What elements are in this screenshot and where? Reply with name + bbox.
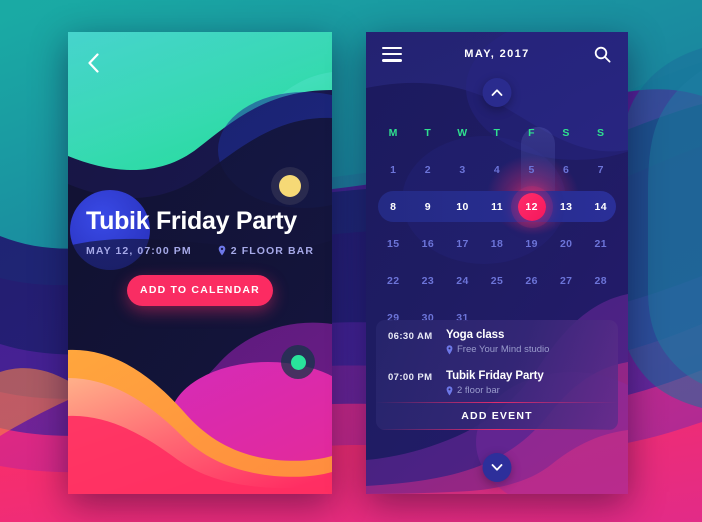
event-location-text: Free Your Mind studio bbox=[457, 344, 550, 355]
calendar-day[interactable]: 9 bbox=[411, 188, 446, 225]
calendar-day[interactable]: 6 bbox=[549, 151, 584, 188]
event-name: Yoga class bbox=[446, 329, 505, 341]
map-pin-icon bbox=[218, 245, 226, 256]
calendar-day[interactable]: 24 bbox=[445, 262, 480, 299]
event-hero: Tubik Friday Party MAY 12, 07:00 PM 2 FL… bbox=[68, 207, 332, 306]
day-header: T bbox=[424, 126, 432, 139]
calendar-day[interactable]: 25 bbox=[480, 262, 515, 299]
calendar-day[interactable]: 5 bbox=[514, 151, 549, 188]
calendar-day[interactable]: 20 bbox=[549, 225, 584, 262]
calendar-day[interactable]: 7 bbox=[583, 151, 618, 188]
calendar-header: MAY, 2017 bbox=[366, 32, 628, 76]
event-location: 2 floor bar bbox=[446, 385, 606, 396]
event-title: Tubik Friday Party bbox=[86, 207, 297, 235]
calendar-day[interactable]: 19 bbox=[514, 225, 549, 262]
back-button[interactable] bbox=[80, 50, 106, 76]
event-location: 2 FLOOR BAR bbox=[218, 245, 314, 257]
calendar-ui: MAY, 2017 M T W T F S S 1 2 3 4 5 6 7 8 … bbox=[366, 32, 628, 494]
calendar-day[interactable]: 22 bbox=[376, 262, 411, 299]
expand-calendar-button[interactable] bbox=[482, 453, 512, 482]
day-header: T bbox=[493, 126, 501, 139]
calendar-day[interactable]: 3 bbox=[445, 151, 480, 188]
event-body: Yoga class Free Your Mind studio bbox=[446, 329, 606, 355]
calendar-day[interactable]: 10 bbox=[445, 188, 480, 225]
event-meta: MAY 12, 07:00 PM 2 FLOOR BAR bbox=[86, 245, 314, 257]
calendar-day[interactable]: 8 bbox=[376, 188, 411, 225]
green-dot-decoration bbox=[281, 345, 315, 379]
chevron-down-icon bbox=[491, 464, 503, 471]
calendar-day-selected-wrap[interactable]: 12 bbox=[514, 188, 549, 225]
calendar-day[interactable]: 26 bbox=[514, 262, 549, 299]
hamburger-menu-icon[interactable] bbox=[382, 46, 402, 62]
day-header: S bbox=[596, 126, 605, 139]
calendar-month-title: MAY, 2017 bbox=[464, 48, 530, 60]
calendar-day[interactable]: 18 bbox=[480, 225, 515, 262]
calendar-day[interactable]: 15 bbox=[376, 225, 411, 262]
calendar-day[interactable]: 23 bbox=[411, 262, 446, 299]
calendar-day[interactable]: 2 bbox=[411, 151, 446, 188]
chevron-left-icon bbox=[87, 53, 99, 73]
day-header: W bbox=[457, 126, 468, 139]
calendar-day[interactable]: 11 bbox=[480, 188, 515, 225]
event-detail-phone: Tubik Friday Party MAY 12, 07:00 PM 2 FL… bbox=[68, 32, 332, 494]
collapse-calendar-button[interactable] bbox=[482, 78, 512, 107]
map-pin-icon bbox=[446, 344, 453, 354]
search-icon[interactable] bbox=[592, 44, 612, 64]
calendar-week-row: 1 2 3 4 5 6 7 bbox=[376, 151, 618, 188]
calendar-week-row: 22 23 24 25 26 27 28 bbox=[376, 262, 618, 299]
add-event-button[interactable]: ADD EVENT bbox=[376, 403, 618, 429]
event-name: Tubik Friday Party bbox=[446, 370, 544, 382]
day-header: F bbox=[528, 126, 536, 139]
event-location-text: 2 FLOOR BAR bbox=[230, 244, 315, 257]
event-location: Free Your Mind studio bbox=[446, 344, 606, 355]
calendar-grid: M T W T F S S 1 2 3 4 5 6 7 8 9 10 11 12… bbox=[366, 114, 628, 336]
day-header: S bbox=[562, 126, 570, 139]
calendar-day[interactable]: 16 bbox=[411, 225, 446, 262]
yellow-dot-decoration bbox=[271, 167, 309, 205]
calendar-week-row: 15 16 17 18 19 20 21 bbox=[376, 225, 618, 262]
calendar-day[interactable]: 1 bbox=[376, 151, 411, 188]
calendar-day-headers: M T W T F S S bbox=[376, 114, 618, 151]
event-datetime: MAY 12, 07:00 PM bbox=[86, 244, 192, 257]
calendar-day[interactable]: 13 bbox=[549, 188, 584, 225]
calendar-day[interactable]: 4 bbox=[480, 151, 515, 188]
app-screenshot: Tubik Friday Party MAY 12, 07:00 PM 2 FL… bbox=[0, 0, 702, 522]
event-time: 07:00 PM bbox=[388, 372, 433, 383]
event-body: Tubik Friday Party 2 floor bar bbox=[446, 370, 606, 396]
calendar-phone: MAY, 2017 M T W T F S S 1 2 3 4 5 6 7 8 … bbox=[366, 32, 628, 494]
calendar-day[interactable]: 21 bbox=[583, 225, 618, 262]
event-location-text: 2 floor bar bbox=[457, 385, 500, 396]
calendar-day[interactable]: 27 bbox=[549, 262, 584, 299]
event-time: 06:30 AM bbox=[388, 331, 433, 342]
day-header: M bbox=[388, 126, 398, 139]
events-card: 06:30 AM Yoga class Free Your Mind studi… bbox=[376, 320, 618, 430]
calendar-week-row-selected: 8 9 10 11 12 13 14 bbox=[376, 188, 618, 225]
chevron-up-icon bbox=[491, 89, 503, 96]
calendar-day-selected[interactable]: 12 bbox=[517, 192, 546, 221]
event-list-item[interactable]: 07:00 PM Tubik Friday Party 2 floor bar bbox=[376, 361, 618, 402]
event-list-item[interactable]: 06:30 AM Yoga class Free Your Mind studi… bbox=[376, 320, 618, 361]
calendar-day[interactable]: 17 bbox=[445, 225, 480, 262]
map-pin-icon bbox=[446, 385, 453, 395]
add-to-calendar-button[interactable]: ADD TO CALENDAR bbox=[127, 274, 273, 306]
divider-bottom bbox=[376, 429, 618, 430]
calendar-day[interactable]: 14 bbox=[583, 188, 618, 225]
calendar-day[interactable]: 28 bbox=[583, 262, 618, 299]
search-glyph bbox=[594, 46, 610, 62]
